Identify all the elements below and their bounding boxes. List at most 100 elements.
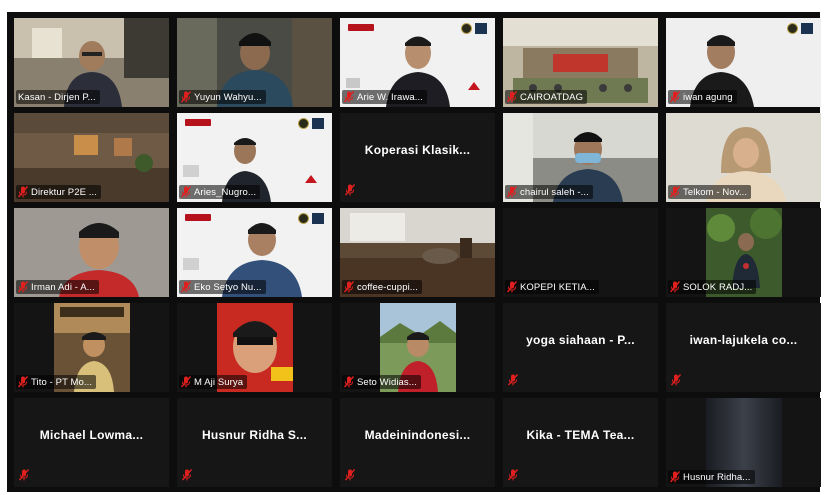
muted-microphone-icon [181,281,191,293]
ministry-logo [298,118,326,130]
participant-name: Arie W. Irawa... [357,91,424,103]
participant-tile[interactable]: KOPEPI KETIA... [503,208,658,297]
participant-tile[interactable]: Yuyun Wahyu... [177,18,332,107]
participant-tile[interactable]: SOLOK RADJ... [666,208,821,297]
participant-name-bar: chairul saleh -... [505,185,593,199]
participant-name-bar: Irman Adi - A... [16,280,99,294]
participant-name-bar: Telkom - Nov... [668,185,752,199]
participant-tile[interactable]: iwan agung [666,18,821,107]
brand-logo [185,214,211,221]
participant-name-bar: Yuyun Wahyu... [179,90,266,104]
participant-name: Yuyun Wahyu... [194,91,262,103]
participant-tile[interactable]: iwan-lajukela co... [666,303,821,392]
participant-name: Husnur Ridha... [683,471,751,483]
participant-name: Seto Widias... [357,376,418,388]
muted-microphone-icon [345,469,355,481]
muted-microphone-icon [508,469,518,481]
muted-microphone-icon [181,186,191,198]
participant-tile[interactable]: Kika - TEMA Tea... [503,398,658,487]
muted-microphone-icon [670,471,680,483]
participant-tile[interactable]: M Aji Surya [177,303,332,392]
muted-microphone-icon [18,186,28,198]
muted-microphone-icon [507,91,517,103]
participant-tile[interactable]: coffee-cuppi... [340,208,495,297]
participant-name-bar: M Aji Surya [179,375,248,389]
participant-name: coffee-cuppi... [357,281,419,293]
participant-name-bar: Tito - PT Mo... [16,375,97,389]
muted-microphone-icon [508,374,518,386]
participant-name: chairul saleh -... [520,186,589,198]
participant-tile[interactable]: yoga siahaan - P... [503,303,658,392]
participant-tile[interactable]: Aries_Nugro... [177,113,332,202]
muted-microphone-icon [670,186,680,198]
participant-name: Koperasi Klasik... [364,143,471,157]
participant-name: Kika - TEMA Tea... [526,428,635,442]
participant-name: Irman Adi - A... [31,281,95,293]
muted-microphone-icon [670,91,680,103]
participant-tile[interactable]: Telkom - Nov... [666,113,821,202]
participant-tile[interactable]: Arie W. Irawa... [340,18,495,107]
participant-name: Kasan - Dirjen P... [18,91,96,103]
participant-name-bar: Eko Setyo Nu... [179,280,266,294]
participant-name: iwan agung [683,91,733,103]
participant-tile[interactable]: Kasan - Dirjen P... [14,18,169,107]
muted-microphone-icon [181,376,191,388]
muted-microphone-icon [344,91,354,103]
muted-microphone-icon [345,184,355,196]
participant-name: Madeinindonesi... [364,428,471,442]
participant-name-bar: Aries_Nugro... [179,185,261,199]
participant-tile[interactable]: Husnur Ridha... [666,398,821,487]
participant-name: Eko Setyo Nu... [194,281,262,293]
participant-name: iwan-lajukela co... [689,333,798,347]
participant-name: M Aji Surya [194,376,244,388]
video-conference-window: Kasan - Dirjen P... Yuyun Wahyu... Arie … [0,0,826,495]
ministry-logo [298,213,326,225]
muted-microphone-icon [670,281,680,293]
participant-name-bar: Kasan - Dirjen P... [16,90,100,104]
muted-microphone-icon [344,281,354,293]
participant-name: CAIROATDAG [520,91,584,103]
participant-name: Husnur Ridha S... [201,428,308,442]
muted-microphone-icon [344,376,354,388]
ministry-logo [461,23,489,35]
brand-logo [348,24,374,31]
participant-name-bar: Direktur P2E ... [16,185,102,199]
participant-tile[interactable]: Seto Widias... [340,303,495,392]
participant-name-bar: CAIROATDAG [505,90,588,104]
participant-name: KOPEPI KETIA... [520,281,595,293]
muted-microphone-icon [181,91,191,103]
participant-name-bar: KOPEPI KETIA... [505,280,599,294]
muted-microphone-icon [18,281,28,293]
participant-name: Tito - PT Mo... [31,376,93,388]
participant-tile[interactable]: Direktur P2E ... [14,113,169,202]
ministry-logo [787,23,815,35]
participant-tile[interactable]: chairul saleh -... [503,113,658,202]
muted-microphone-icon [671,374,681,386]
participant-name-bar: Seto Widias... [342,375,422,389]
brand-logo [185,119,211,126]
participant-tile[interactable]: Tito - PT Mo... [14,303,169,392]
participant-name: Michael Lowma... [39,428,144,442]
participant-name-bar: iwan agung [668,90,737,104]
participant-tile[interactable]: CAIROATDAG [503,18,658,107]
muted-microphone-icon [18,376,28,388]
participant-tile[interactable]: Eko Setyo Nu... [177,208,332,297]
participant-name-bar: coffee-cuppi... [342,280,423,294]
participant-name-bar: Husnur Ridha... [668,470,755,484]
participant-tile[interactable]: Madeinindonesi... [340,398,495,487]
participant-name: SOLOK RADJ... [683,281,753,293]
participant-name: Telkom - Nov... [683,186,748,198]
participant-tile[interactable]: Irman Adi - A... [14,208,169,297]
muted-microphone-icon [507,281,517,293]
gallery-view: Kasan - Dirjen P... Yuyun Wahyu... Arie … [7,12,821,492]
muted-microphone-icon [19,469,29,481]
participant-name: Direktur P2E ... [31,186,98,198]
muted-microphone-icon [182,469,192,481]
participant-name-bar: SOLOK RADJ... [668,280,757,294]
participant-tile[interactable]: Michael Lowma... [14,398,169,487]
participant-name: Aries_Nugro... [194,186,257,198]
participant-tile[interactable]: Husnur Ridha S... [177,398,332,487]
muted-microphone-icon [507,186,517,198]
participant-name: yoga siahaan - P... [526,333,635,347]
participant-tile[interactable]: Koperasi Klasik... [340,113,495,202]
